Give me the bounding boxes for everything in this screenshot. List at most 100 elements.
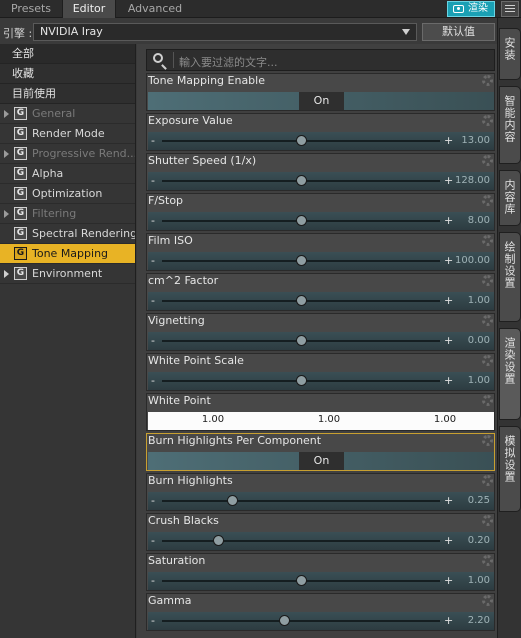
gear-icon[interactable] [482, 595, 493, 606]
increment-button[interactable]: + [444, 254, 453, 267]
nav-item[interactable]: G General [0, 104, 135, 124]
value-slider[interactable]: - +0.00 [148, 332, 494, 350]
tab-presets[interactable]: Presets [0, 0, 62, 18]
slider-knob[interactable] [296, 255, 307, 266]
default-button[interactable]: 默认值 [422, 23, 495, 41]
decrement-button[interactable]: - [151, 214, 155, 227]
slider-knob[interactable] [226, 495, 238, 506]
toggle-switch[interactable]: On [148, 452, 494, 470]
nav-item[interactable]: G Render Mode [0, 124, 135, 144]
increment-button[interactable]: + [444, 534, 453, 547]
side-tab[interactable]: 渲染设置 [499, 328, 521, 420]
tab-advanced[interactable]: Advanced [116, 0, 194, 18]
side-tab-label: 安装 [503, 37, 516, 61]
nav-item[interactable]: G Filtering [0, 204, 135, 224]
toggle-switch[interactable]: On [148, 92, 494, 110]
panel-menu-icon[interactable] [501, 1, 519, 17]
slider-knob[interactable] [296, 175, 307, 186]
slider-knob[interactable] [296, 215, 307, 226]
decrement-button[interactable]: - [151, 174, 155, 187]
gear-icon[interactable] [482, 315, 493, 326]
increment-button[interactable]: + [444, 134, 453, 147]
increment-button[interactable]: + [444, 374, 453, 387]
tab-editor[interactable]: Editor [62, 0, 116, 18]
increment-button[interactable]: + [444, 174, 453, 187]
gear-icon[interactable] [482, 275, 493, 286]
nav-item[interactable]: G Spectral Rendering [0, 224, 135, 244]
nav-item[interactable]: G Progressive Rend... [0, 144, 135, 164]
value-slider[interactable]: - +100.00 [148, 252, 494, 270]
value-slider[interactable]: - +1.00 [148, 372, 494, 390]
search-input[interactable]: 輸入要过滤的文字... [146, 49, 495, 71]
side-tab[interactable]: 绘制设置 [499, 232, 521, 322]
property-row: Burn Highlights - +0.25 [146, 473, 495, 511]
decrement-button[interactable]: - [151, 254, 155, 267]
decrement-button[interactable]: - [151, 494, 155, 507]
value-slider[interactable]: - +8.00 [148, 212, 494, 230]
property-row: Crush Blacks - +0.20 [146, 513, 495, 551]
gear-icon[interactable] [482, 115, 493, 126]
expand-arrow-icon[interactable] [4, 150, 9, 158]
decrement-button[interactable]: - [151, 334, 155, 347]
color-component-value[interactable]: 1.00 [304, 414, 354, 425]
gear-icon[interactable] [482, 195, 493, 206]
nav-item[interactable]: G Optimization [0, 184, 135, 204]
gear-icon[interactable] [482, 435, 493, 446]
decrement-button[interactable]: - [151, 294, 155, 307]
increment-button[interactable]: + [444, 214, 453, 227]
nav-item[interactable]: G Alpha [0, 164, 135, 184]
slider-knob[interactable] [296, 295, 307, 306]
gear-icon[interactable] [482, 475, 493, 486]
slider-knob[interactable] [296, 335, 307, 346]
decrement-button[interactable]: - [151, 614, 155, 627]
side-tab[interactable]: 安装 [499, 28, 521, 80]
increment-button[interactable]: + [444, 614, 453, 627]
value-slider[interactable]: - +0.20 [148, 532, 494, 550]
property-name: White Point Scale [148, 354, 244, 367]
gear-icon[interactable] [482, 235, 493, 246]
expand-arrow-icon[interactable] [4, 270, 9, 278]
value-slider[interactable]: - +13.00 [148, 132, 494, 150]
gear-icon[interactable] [482, 355, 493, 366]
side-tab[interactable]: 模拟设置 [499, 426, 521, 512]
value-slider[interactable]: - +0.25 [148, 492, 494, 510]
gear-icon[interactable] [482, 555, 493, 566]
decrement-button[interactable]: - [151, 534, 155, 547]
slider-knob[interactable] [279, 615, 291, 626]
decrement-button[interactable]: - [151, 134, 155, 147]
category-item[interactable]: 收藏 [0, 64, 135, 84]
category-item[interactable]: 目前使用 [0, 84, 135, 104]
nav-item[interactable]: G Tone Mapping [0, 244, 135, 264]
side-tab[interactable]: 智能内容 [499, 86, 521, 164]
slider-knob[interactable] [296, 135, 307, 146]
value-slider[interactable]: - +2.20 [148, 612, 494, 630]
increment-button[interactable]: + [444, 334, 453, 347]
color-component-value[interactable]: 1.00 [420, 414, 470, 425]
value-slider[interactable]: - +1.00 [148, 292, 494, 310]
expand-arrow-icon[interactable] [4, 210, 9, 218]
slider-knob[interactable] [296, 375, 307, 386]
category-item[interactable]: 全部 [0, 44, 135, 64]
nav-item[interactable]: G Environment [0, 264, 135, 284]
decrement-button[interactable]: - [151, 374, 155, 387]
color-field[interactable]: 1.00 1.00 1.00 [148, 412, 494, 430]
decrement-button[interactable]: - [151, 574, 155, 587]
increment-button[interactable]: + [444, 494, 453, 507]
render-button[interactable]: 渲染 [447, 1, 495, 17]
property-name: Burn Highlights Per Component [148, 434, 322, 447]
gear-icon[interactable] [482, 75, 493, 86]
value-slider[interactable]: - +128.00 [148, 172, 494, 190]
side-tab[interactable]: 内容库 [499, 170, 521, 226]
increment-button[interactable]: + [444, 294, 453, 307]
increment-button[interactable]: + [444, 574, 453, 587]
color-component-value[interactable]: 1.00 [188, 414, 238, 425]
gear-icon[interactable] [482, 515, 493, 526]
engine-select[interactable]: NVIDIA Iray [33, 23, 417, 41]
slider-knob[interactable] [212, 535, 224, 546]
gear-icon[interactable] [482, 395, 493, 406]
property-row: Film ISO - +100.00 [146, 233, 495, 271]
value-slider[interactable]: - +1.00 [148, 572, 494, 590]
gear-icon[interactable] [482, 155, 493, 166]
slider-knob[interactable] [296, 575, 307, 586]
expand-arrow-icon[interactable] [4, 110, 9, 118]
